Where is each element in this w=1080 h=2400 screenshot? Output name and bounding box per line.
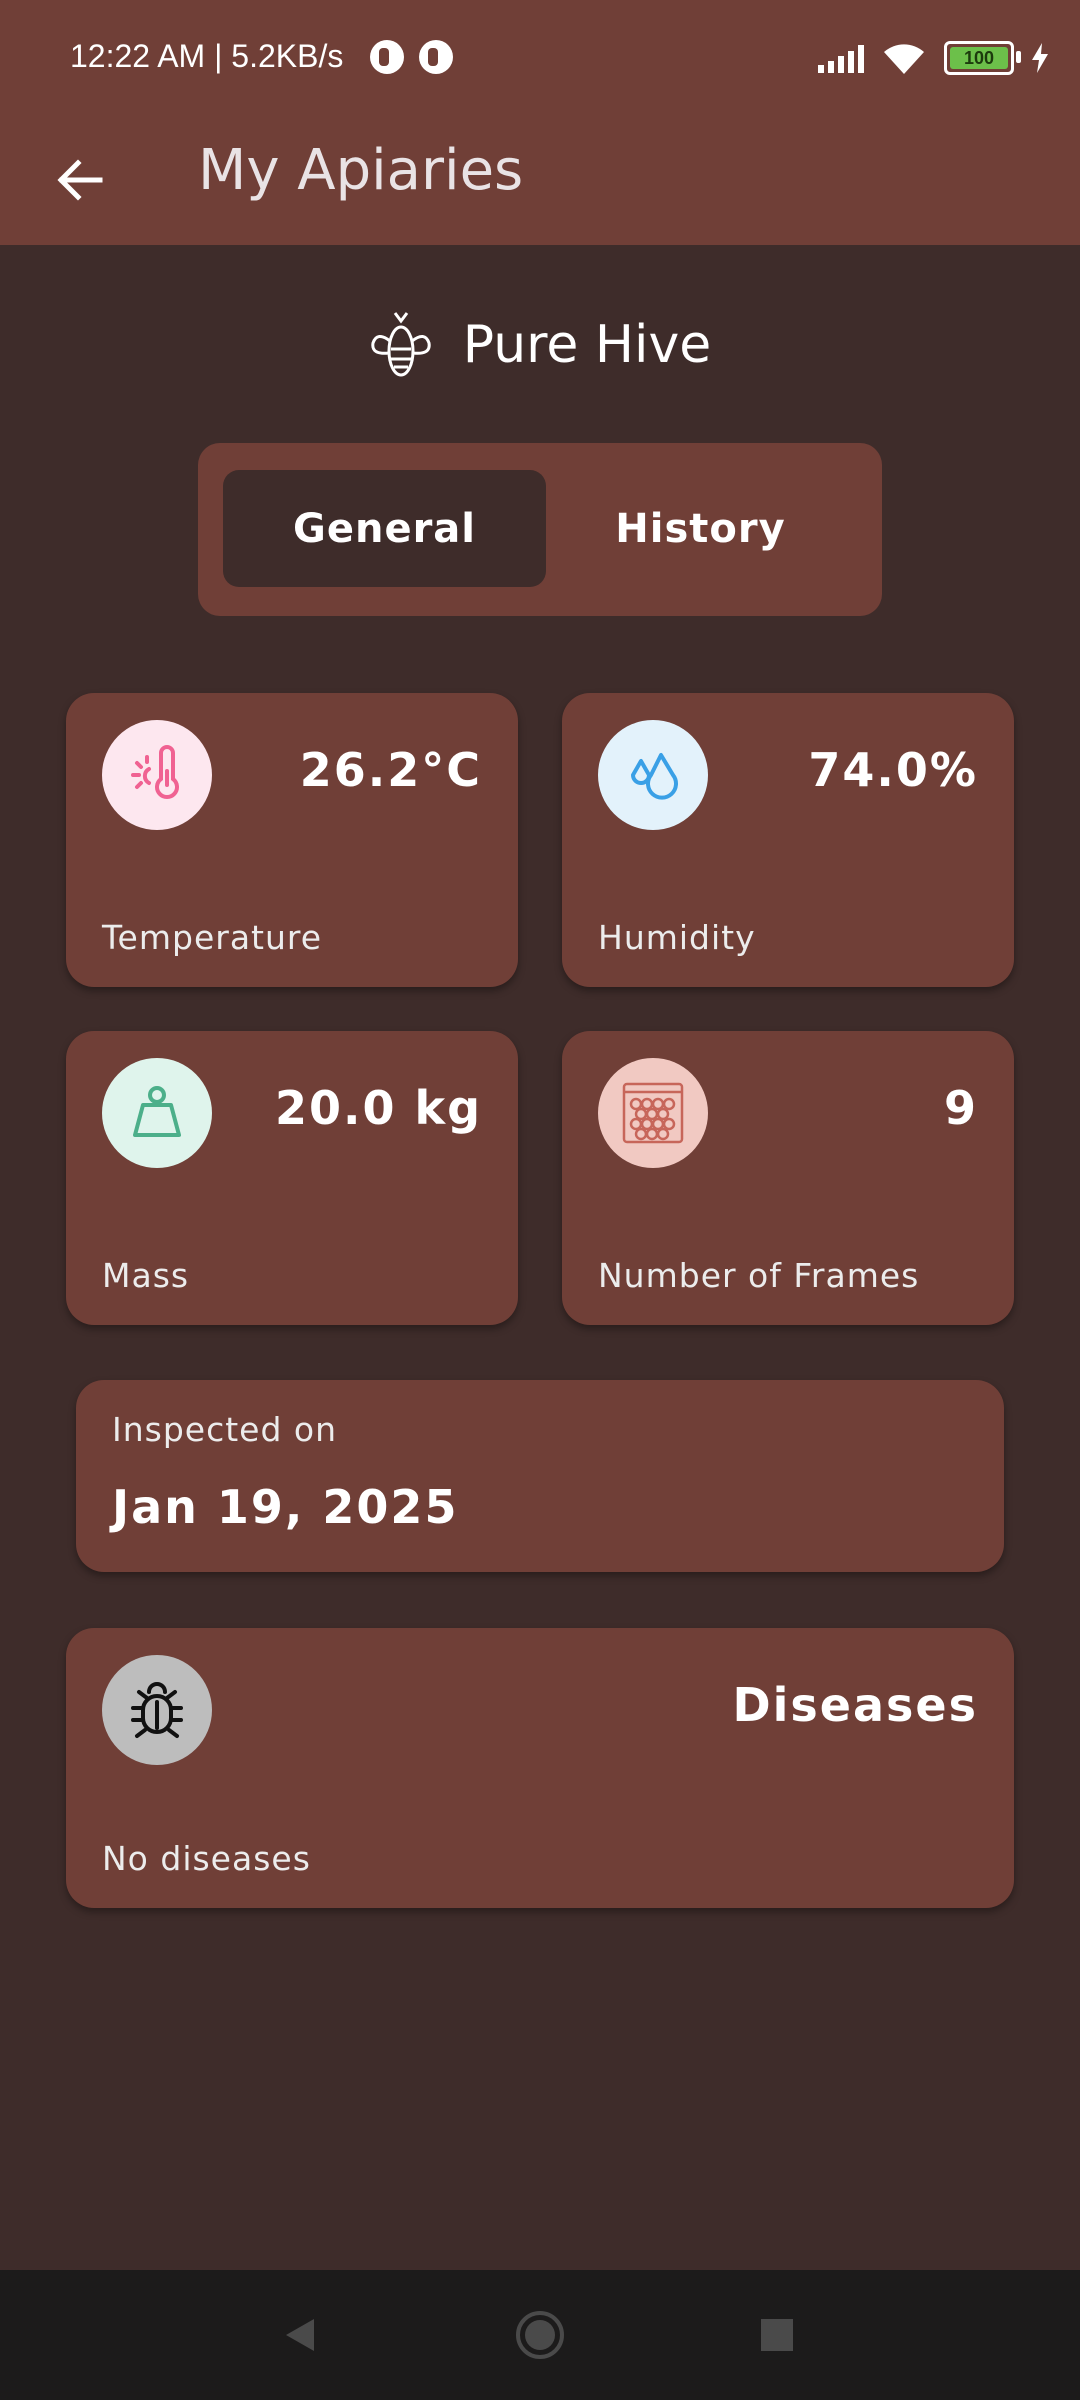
page-title: My Apiaries <box>198 138 524 203</box>
inspection-date: Jan 19, 2025 <box>112 1480 459 1534</box>
wifi-icon <box>884 44 924 74</box>
frames-icon-circle <box>598 1058 708 1168</box>
inspection-label: Inspected on <box>112 1410 338 1449</box>
diseases-status: No diseases <box>102 1839 311 1878</box>
notification-badge-icon <box>370 40 404 74</box>
temperature-card[interactable]: 26.2°C Temperature <box>66 693 518 987</box>
humidity-card[interactable]: 74.0% Humidity <box>562 693 1014 987</box>
diseases-card[interactable]: Diseases No diseases <box>66 1628 1014 1908</box>
thermometer-sun-icon <box>131 745 179 799</box>
back-button[interactable] <box>40 140 120 220</box>
frames-value: 9 <box>943 1081 978 1135</box>
mass-label: Mass <box>102 1256 190 1295</box>
arrow-left-icon <box>57 159 103 201</box>
signal-icon <box>818 43 864 73</box>
notification-badge-icon <box>419 40 453 74</box>
temperature-icon-circle <box>102 720 212 830</box>
tab-history[interactable]: History <box>539 470 862 587</box>
app-bar: My Apiaries <box>0 120 1080 245</box>
circle-home-icon <box>516 2311 564 2359</box>
hive-header: Pure Hive <box>0 300 1080 390</box>
battery-icon: 100 <box>944 41 1021 75</box>
tab-general[interactable]: General <box>223 470 546 587</box>
water-drops-icon <box>631 753 678 800</box>
status-indicators: 100 <box>818 38 1050 78</box>
nav-back-button[interactable] <box>270 2305 330 2365</box>
mass-value: 20.0 kg <box>274 1081 482 1135</box>
triangle-back-icon <box>286 2319 314 2351</box>
humidity-label: Humidity <box>598 918 756 957</box>
bee-icon <box>371 312 431 377</box>
frames-card[interactable]: 9 Number of Frames <box>562 1031 1014 1325</box>
hive-name: Pure Hive <box>462 315 712 375</box>
humidity-icon-circle <box>598 720 708 830</box>
honeycomb-frame-icon <box>622 1082 684 1144</box>
diseases-icon-circle <box>102 1655 212 1765</box>
frames-label: Number of Frames <box>598 1256 920 1295</box>
diseases-title: Diseases <box>732 1678 978 1732</box>
temperature-value: 26.2°C <box>299 743 482 797</box>
status-time: 12:22 AM | 5.2KB/s <box>70 38 344 74</box>
system-nav-bar <box>0 2270 1080 2400</box>
bug-icon <box>131 1682 183 1738</box>
nav-home-button[interactable] <box>510 2305 570 2365</box>
humidity-value: 74.0% <box>808 743 978 797</box>
mass-icon-circle <box>102 1058 212 1168</box>
nav-recents-button[interactable] <box>747 2305 807 2365</box>
charging-icon <box>1032 43 1048 73</box>
temperature-label: Temperature <box>102 918 323 957</box>
tab-bar: General History <box>198 443 882 616</box>
status-bar: 12:22 AM | 5.2KB/s 100 <box>0 0 1080 120</box>
mass-card[interactable]: 20.0 kg Mass <box>66 1031 518 1325</box>
inspection-card[interactable]: Inspected on Jan 19, 2025 <box>76 1380 1004 1572</box>
square-recents-icon <box>761 2319 793 2351</box>
top-bar: 12:22 AM | 5.2KB/s 100 My Apiaries <box>0 0 1080 245</box>
weight-icon <box>133 1086 181 1137</box>
